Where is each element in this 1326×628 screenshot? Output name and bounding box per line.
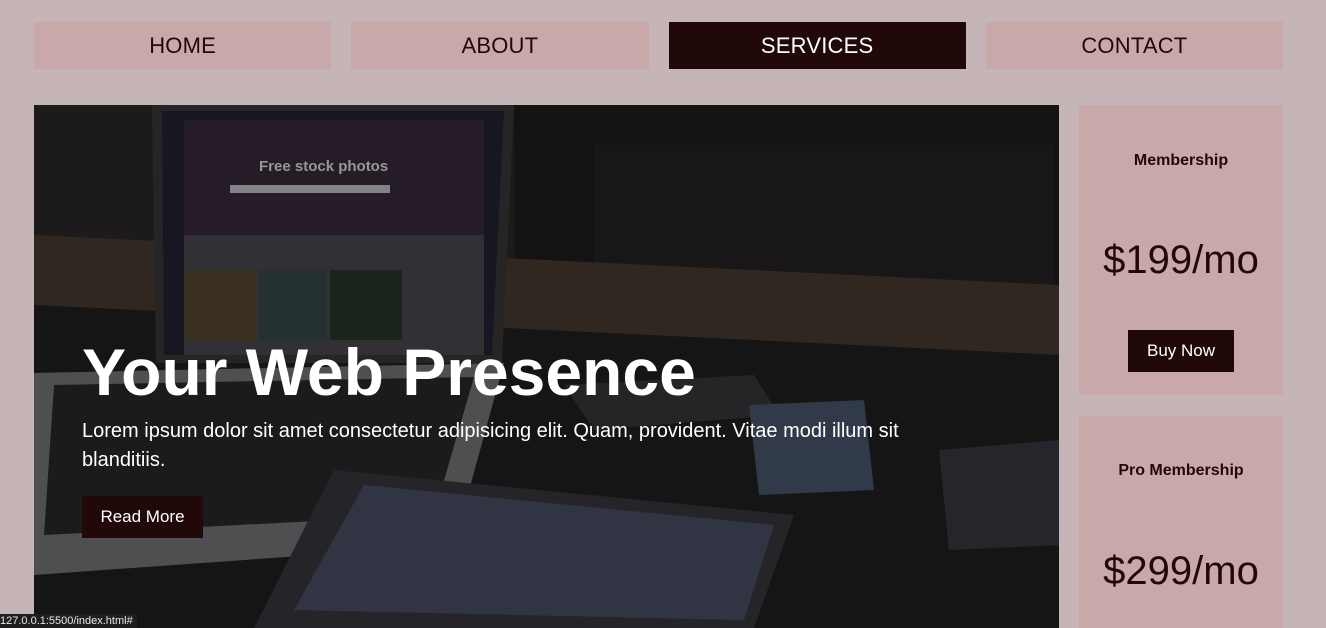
main-nav: HOME ABOUT SERVICES CONTACT	[34, 22, 1283, 69]
membership-card: Membership $199/mo Buy Now	[1079, 105, 1283, 395]
card-price: $299/mo	[1103, 549, 1259, 593]
nav-home[interactable]: HOME	[34, 22, 332, 69]
read-more-button[interactable]: Read More	[82, 496, 203, 538]
hero-section: Free stock photos Your Web Presence Lore…	[34, 105, 1059, 628]
hero-content: Your Web Presence Lorem ipsum dolor sit …	[82, 333, 962, 475]
nav-services[interactable]: SERVICES	[668, 22, 966, 69]
nav-contact[interactable]: CONTACT	[985, 22, 1283, 69]
buy-now-button[interactable]: Buy Now	[1128, 330, 1234, 372]
card-price: $199/mo	[1103, 238, 1259, 282]
pro-membership-card: Pro Membership $299/mo	[1079, 416, 1283, 628]
hero-title: Your Web Presence	[82, 335, 696, 409]
card-title: Membership	[1133, 152, 1229, 169]
hero-text: Lorem ipsum dolor sit amet consectetur a…	[82, 420, 899, 471]
nav-about[interactable]: ABOUT	[351, 22, 649, 69]
status-bar-url: 127.0.0.1:5500/index.html#	[0, 614, 137, 628]
card-title: Pro Membership	[1118, 462, 1244, 479]
